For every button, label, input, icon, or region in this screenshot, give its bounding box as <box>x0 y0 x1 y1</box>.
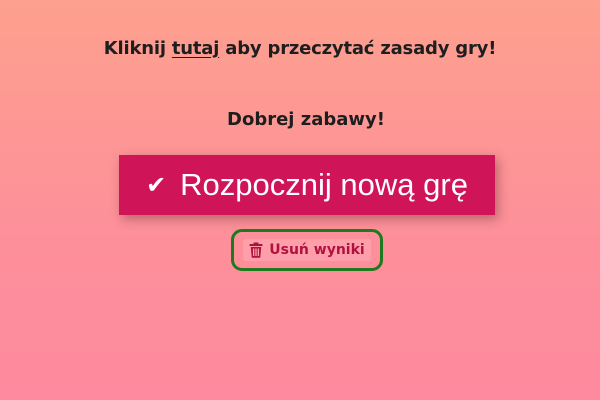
reset-scores-button[interactable]: Usuń wyniki <box>231 229 383 271</box>
rules-prompt: Kliknij tutaj aby przeczytać zasady gry! <box>0 38 600 59</box>
check-icon: ✔ <box>146 171 167 199</box>
rules-prompt-after: aby przeczytać zasady gry! <box>219 38 497 59</box>
reset-scores-button-body: Usuń wyniki <box>243 239 371 261</box>
trash-icon <box>249 242 263 258</box>
rules-link[interactable]: tutaj <box>172 38 220 59</box>
reset-scores-button-label: Usuń wyniki <box>269 242 365 258</box>
new-game-button[interactable]: ✔ Rozpocznij nową grę <box>119 155 495 215</box>
rules-prompt-before: Kliknij <box>103 38 172 59</box>
greeting-text: Dobrej zabawy! <box>227 109 385 130</box>
new-game-button-label: Rozpocznij nową grę <box>180 167 468 202</box>
